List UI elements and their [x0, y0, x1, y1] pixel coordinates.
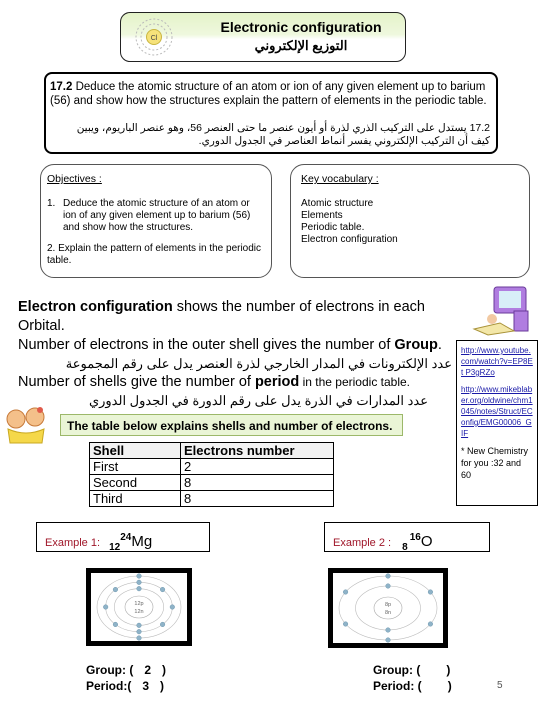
electron — [385, 573, 391, 579]
electron — [169, 604, 175, 610]
electron — [343, 621, 349, 627]
electron — [112, 621, 118, 627]
table-cell: Third — [89, 490, 181, 507]
children-reading-clipart-icon — [6, 407, 45, 444]
chlorine-atom-icon: Cl — [135, 18, 173, 56]
electron — [427, 621, 433, 627]
standard-code: 17.2 — [50, 81, 73, 93]
period-value[interactable]: 3 — [135, 678, 157, 694]
objective-item: 2. Explain the pattern of elements in th… — [47, 243, 262, 266]
table-row: First 2 — [89, 458, 334, 475]
table-cell: Second — [89, 474, 181, 491]
period-answer: Period:( 3 ) — [86, 678, 165, 694]
electron-shell — [96, 575, 182, 639]
references-box: http://www.youtube.com/watch?v=EP8Et P3g… — [456, 340, 538, 506]
mass-number: 24 — [120, 532, 132, 543]
group-value[interactable]: 2 — [137, 662, 159, 678]
page-number: 5 — [497, 680, 503, 691]
table-caption: The table below explains shells and numb… — [60, 414, 403, 436]
mass-number: 16 — [409, 532, 421, 543]
shell-electron-table: Shell Electrons number First 2 Second 8 … — [89, 442, 334, 507]
electron — [136, 586, 142, 592]
example-2-box: Example 2 : 816O — [324, 522, 490, 553]
page-title: Electronic configuration — [220, 19, 382, 35]
vocabulary-box: Key vocabulary : Atomic structure Elemen… — [290, 164, 530, 278]
electron — [112, 587, 118, 593]
computer-clipart-icon — [472, 286, 529, 336]
nucleus-label: 8n — [385, 610, 391, 616]
electron — [136, 629, 142, 635]
standard-box: 17.2 Deduce the atomic structure of an a… — [44, 72, 498, 154]
vocabulary-item: Elements — [301, 210, 343, 221]
example-1-box: Example 1: 1224Mg — [36, 522, 210, 553]
vocabulary-heading: Key vocabulary : — [301, 173, 379, 185]
electron — [343, 589, 349, 595]
example-label: Example 1: — [45, 537, 101, 549]
electron — [160, 621, 166, 627]
main-explanation: Electron configuration shows the number … — [18, 298, 458, 410]
vocabulary-list: Atomic structure Elements Periodic table… — [301, 198, 398, 246]
electron — [136, 579, 142, 585]
reference-link[interactable]: http://www.youtube.com/watch?v=EP8Et P3g… — [461, 345, 533, 378]
electron-shell — [355, 585, 421, 631]
period-rule-line: Number of shells give the number of peri… — [18, 374, 411, 390]
title-banner: Cl Electronic configuration التوزيع الإل… — [120, 12, 406, 62]
group-rule-line: Number of electrons in the outer shell g… — [18, 337, 442, 353]
vocabulary-item: Periodic table. — [301, 222, 365, 233]
table-row: Third 8 — [89, 490, 334, 507]
nucleus-label: 12n — [134, 609, 143, 615]
table-cell: 8 — [180, 490, 334, 507]
example-2-answers: Group: () Period: () — [373, 662, 452, 694]
table-cell: First — [89, 458, 181, 475]
electron-shell — [114, 588, 164, 626]
table-header-row: Shell Electrons number — [89, 442, 334, 459]
magnesium-atom-diagram: 12p 12n — [86, 568, 192, 646]
page-title-arabic: التوزيع الإلكتروني — [254, 38, 348, 53]
group-answer: Group: () — [373, 663, 451, 677]
group-answer: Group: ( 2 ) — [86, 662, 167, 678]
standard-description: Deduce the atomic structure of an atom o… — [50, 81, 487, 107]
vocabulary-item: Atomic structure — [301, 198, 374, 209]
example-label: Example 2 : — [333, 537, 392, 549]
atomic-number: 12 — [109, 542, 121, 553]
element-symbol: Mg — [131, 533, 153, 550]
definition-line: Electron configuration shows the number … — [18, 299, 425, 334]
group-rule-arabic: عدد الإلكترونات في المدار الخارجي لذرة ا… — [65, 356, 452, 371]
period-rule-arabic: عدد المدارات في الذرة يدل على رقم الدورة… — [88, 393, 428, 408]
bohr-diagram: 12p12n — [96, 573, 182, 641]
table-cell: 2 — [180, 458, 334, 475]
nucleus-label: 12p — [134, 601, 143, 607]
electron — [160, 587, 166, 593]
electron — [385, 583, 391, 589]
nucleus-label: 8p — [385, 602, 391, 608]
electron — [385, 637, 391, 643]
atomic-number: 8 — [402, 542, 408, 553]
standard-text: 17.2 Deduce the atomic structure of an a… — [50, 80, 490, 108]
electron — [136, 573, 142, 579]
oxygen-atom-diagram: 8p 8n — [328, 568, 448, 648]
header-cell: Electrons number — [180, 442, 334, 459]
table-row: Second 8 — [89, 474, 334, 491]
period-answer: Period: () — [373, 679, 452, 693]
svg-text:Cl: Cl — [151, 35, 158, 42]
electron — [103, 604, 109, 610]
standard-text-arabic: 17.2 يستدل على التركيب الذري لذرة أو أيو… — [76, 122, 490, 147]
electron — [385, 627, 391, 633]
objective-item: 1. Deduce the atomic structure of an ato… — [47, 198, 251, 233]
objectives-box: Objectives : 1. Deduce the atomic struct… — [40, 164, 272, 278]
vocabulary-item: Electron configuration — [301, 234, 398, 245]
header-cell: Shell — [89, 442, 181, 459]
objectives-heading: Objectives : — [47, 173, 102, 185]
reference-note: * New Chemistry for you :32 and 60 — [461, 446, 529, 480]
table-cell: 8 — [180, 474, 334, 491]
electron — [136, 635, 142, 641]
example-1-answers: Group: ( 2 ) Period:( 3 ) — [86, 662, 166, 694]
reference-link[interactable]: http://www.mikeblaber.org/oldwine/chm104… — [461, 384, 533, 439]
electron — [427, 589, 433, 595]
element-symbol: O — [420, 533, 433, 550]
electron — [136, 622, 142, 628]
bohr-diagram: 8p8n — [338, 573, 438, 643]
